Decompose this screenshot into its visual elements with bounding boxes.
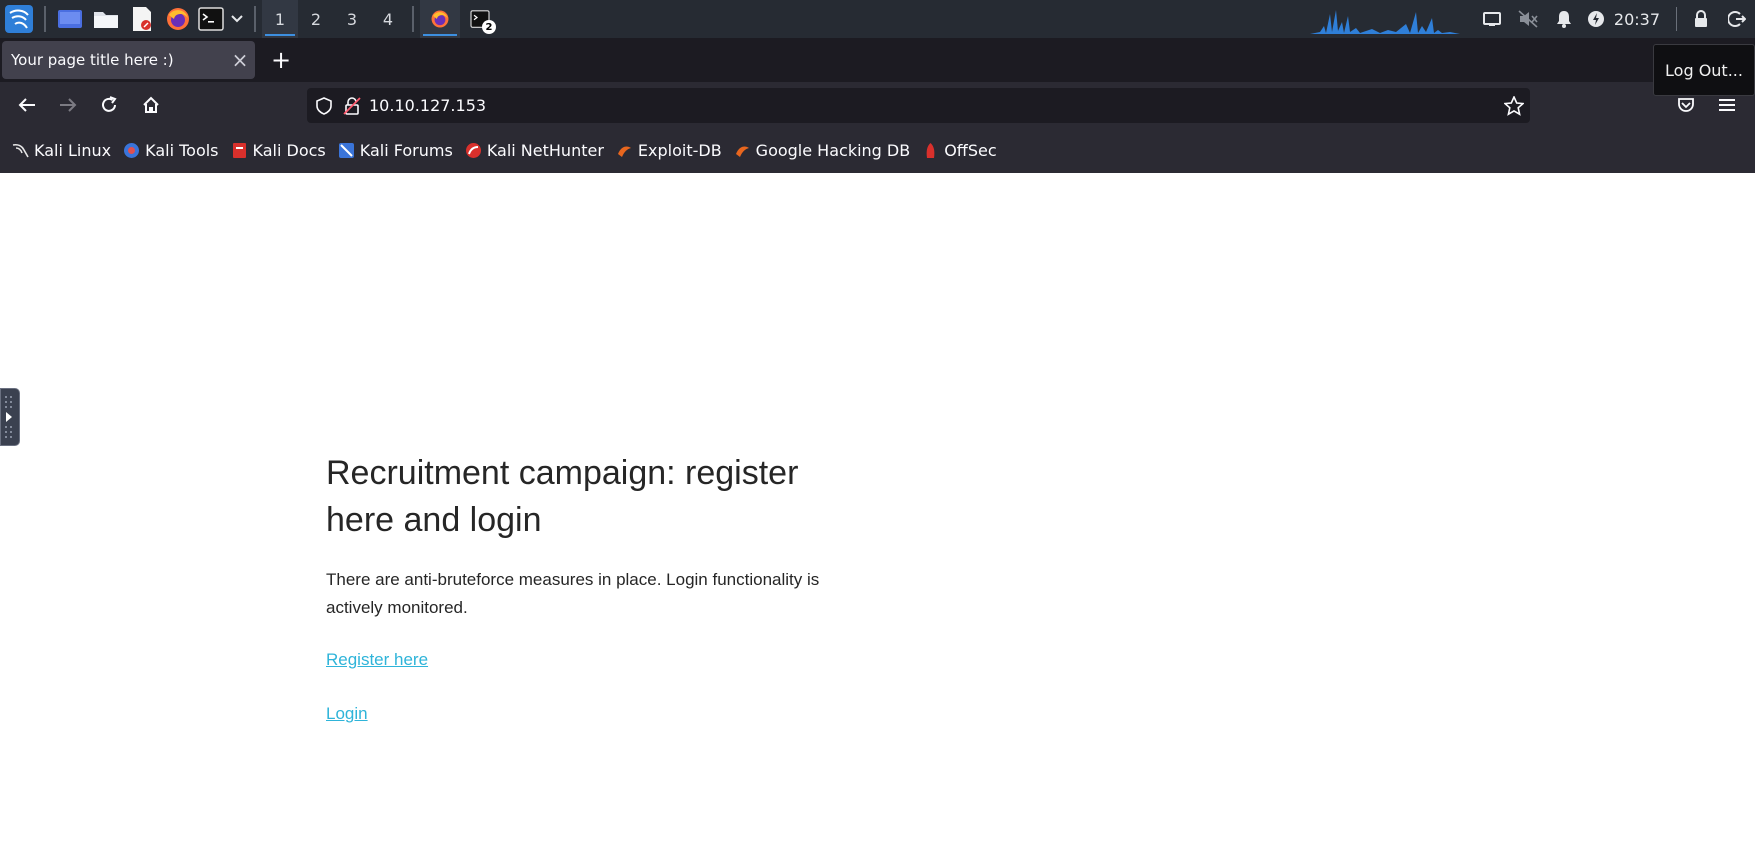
bookmark-label: Exploit-DB xyxy=(637,141,722,160)
firefox-icon xyxy=(431,10,449,28)
bookmark-kali-forums[interactable]: Kali Forums xyxy=(338,141,453,160)
logout-tooltip: Log Out... xyxy=(1653,44,1755,96)
kali-tools-icon xyxy=(124,143,140,158)
bookmark-label: Kali Forums xyxy=(359,141,453,160)
bookmark-kali-nethunter[interactable]: Kali NetHunter xyxy=(465,141,604,160)
taskbar-firefox-window[interactable] xyxy=(420,0,460,38)
display-icon xyxy=(1482,12,1501,26)
insecure-lock-icon[interactable] xyxy=(343,96,361,115)
window-count-badge: 2 xyxy=(482,20,496,34)
play-arrow-icon xyxy=(5,396,12,438)
kali-dragon-icon xyxy=(12,143,29,158)
chevron-down-icon xyxy=(231,15,243,23)
bookmark-label: OffSec xyxy=(944,141,997,160)
file-manager-button[interactable] xyxy=(88,0,124,38)
desktop-panel: 1 2 3 4 2 20:37 xyxy=(0,0,1755,38)
bookmarks-toolbar: Kali Linux Kali Tools Kali Docs Kali For… xyxy=(0,128,1755,173)
url-bar[interactable]: 10.10.127.153 xyxy=(307,88,1530,123)
display-button[interactable] xyxy=(1474,0,1510,38)
back-button[interactable] xyxy=(11,89,43,121)
tab-close-button[interactable]: × xyxy=(225,45,255,75)
workspace-2[interactable]: 2 xyxy=(298,0,334,38)
text-editor-icon xyxy=(133,7,151,31)
bookmark-label: Kali Tools xyxy=(145,141,219,160)
logout-button[interactable] xyxy=(1719,0,1755,38)
notifications-button[interactable] xyxy=(1546,0,1582,38)
exploit-db-icon xyxy=(617,146,631,157)
new-tab-button[interactable]: + xyxy=(266,45,296,75)
firefox-launcher-button[interactable] xyxy=(160,0,196,38)
pocket-icon xyxy=(1678,98,1694,112)
folder-icon xyxy=(94,12,118,28)
ghdb-icon xyxy=(735,146,749,157)
power-manager-button[interactable] xyxy=(1582,0,1610,38)
register-link[interactable]: Register here xyxy=(326,650,428,670)
lock-screen-button[interactable] xyxy=(1683,0,1719,38)
kali-forums-icon xyxy=(338,143,354,158)
shield-icon[interactable] xyxy=(315,96,333,115)
speaker-muted-icon xyxy=(1518,10,1538,28)
panel-separator xyxy=(254,6,256,32)
power-plug-icon xyxy=(1587,11,1604,27)
page-article: Recruitment campaign: register here and … xyxy=(326,450,866,724)
page-heading: Recruitment campaign: register here and … xyxy=(326,454,799,539)
bookmark-label: Google Hacking DB xyxy=(755,141,911,160)
bookmark-offsec[interactable]: OffSec xyxy=(922,141,997,160)
tab-strip: Your page title here :) × + xyxy=(0,38,1755,82)
panel-separator xyxy=(1676,7,1677,31)
bookmark-kali-linux[interactable]: Kali Linux xyxy=(12,141,111,160)
login-link[interactable]: Login xyxy=(326,704,368,724)
sidebar-handle[interactable] xyxy=(0,388,20,446)
cpu-graph xyxy=(1309,10,1460,34)
page-viewport xyxy=(0,173,1755,857)
desktop-icon xyxy=(58,10,82,28)
home-icon xyxy=(143,96,159,113)
kali-docs-icon xyxy=(232,143,246,158)
workspace-4[interactable]: 4 xyxy=(370,0,406,38)
navigation-toolbar: 10.10.127.153 xyxy=(0,82,1755,128)
terminal-icon xyxy=(198,7,224,31)
kali-menu-button[interactable] xyxy=(0,0,38,38)
panel-separator xyxy=(44,6,46,32)
workspace-1[interactable]: 1 xyxy=(262,0,298,38)
tab-active[interactable]: Your page title here :) × xyxy=(2,41,255,79)
bookmark-label: Kali Docs xyxy=(252,141,326,160)
show-desktop-button[interactable] xyxy=(52,0,88,38)
workspace-3[interactable]: 3 xyxy=(334,0,370,38)
kali-logo-icon xyxy=(5,5,33,33)
reload-icon xyxy=(102,96,117,112)
panel-separator xyxy=(412,6,414,32)
star-icon[interactable] xyxy=(1504,95,1524,116)
offsec-icon xyxy=(926,143,935,158)
bookmark-google-hacking-db[interactable]: Google Hacking DB xyxy=(734,141,911,160)
taskbar-terminal-windows[interactable]: 2 xyxy=(460,0,500,38)
volume-muted-button[interactable] xyxy=(1510,0,1546,38)
firefox-icon xyxy=(167,8,189,30)
text-editor-button[interactable] xyxy=(124,0,160,38)
page-description: There are anti-bruteforce measures in pl… xyxy=(326,570,820,617)
lock-icon xyxy=(1695,10,1707,27)
hamburger-menu-icon xyxy=(1719,99,1735,111)
bookmark-label: Kali Linux xyxy=(34,141,112,160)
bookmark-kali-docs[interactable]: Kali Docs xyxy=(231,141,326,160)
nethunter-icon xyxy=(465,143,481,158)
logout-icon xyxy=(1728,11,1746,27)
reload-button[interactable] xyxy=(93,89,125,121)
clock[interactable]: 20:37 xyxy=(1610,10,1670,29)
launcher-dropdown-button[interactable] xyxy=(226,0,248,38)
home-button[interactable] xyxy=(135,89,167,121)
arrow-right-icon xyxy=(60,98,77,112)
bookmark-label: Kali NetHunter xyxy=(486,141,604,160)
tab-title: Your page title here :) xyxy=(11,51,174,69)
bookmark-kali-tools[interactable]: Kali Tools xyxy=(123,141,219,160)
forward-button[interactable] xyxy=(52,89,84,121)
bookmark-exploit-db[interactable]: Exploit-DB xyxy=(616,141,722,160)
arrow-left-icon xyxy=(18,98,35,112)
url-text[interactable]: 10.10.127.153 xyxy=(369,96,486,115)
bell-icon xyxy=(1556,11,1571,28)
terminal-launcher-button[interactable] xyxy=(196,0,226,38)
